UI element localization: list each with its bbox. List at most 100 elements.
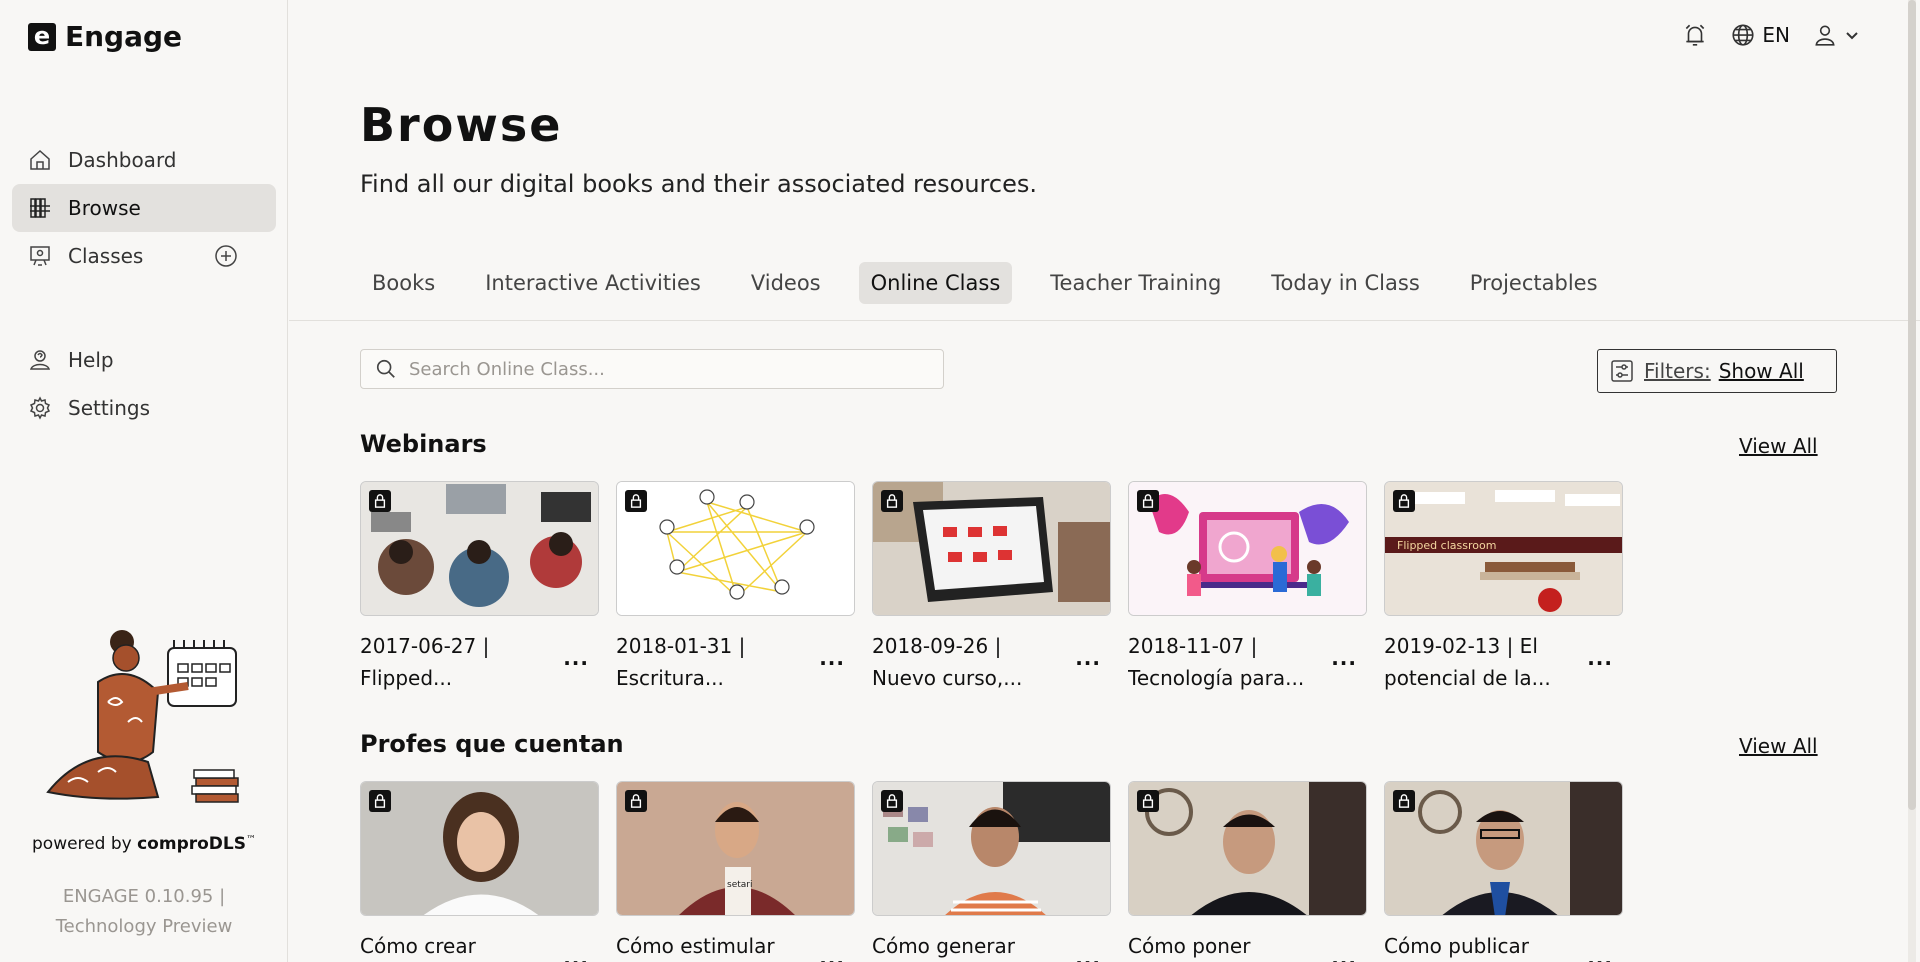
help-icon	[29, 350, 51, 370]
section-title-webinars: Webinars	[360, 430, 487, 458]
video-thumbnail[interactable]	[1128, 781, 1367, 916]
sidebar-item-help[interactable]: Help	[12, 336, 276, 384]
alarm-icon[interactable]	[1682, 22, 1708, 48]
card-title: 2018-01-31 | Escritura...	[616, 630, 816, 694]
card-title-line-2: potencial de la...	[1384, 666, 1551, 690]
video-thumbnail[interactable]	[1384, 781, 1623, 916]
powered-tm: ™	[245, 834, 256, 846]
lock-icon	[881, 490, 903, 512]
logo-mark: e	[28, 22, 56, 51]
lock-icon	[1393, 490, 1415, 512]
more-options-button[interactable]: ...	[1331, 646, 1357, 670]
page-subtitle: Find all our digital books and their ass…	[360, 170, 1037, 198]
globe-icon	[1732, 24, 1754, 46]
teacher-video-image	[361, 782, 598, 915]
more-options-button[interactable]: ...	[563, 646, 589, 670]
filters-value: Show All	[1718, 359, 1804, 383]
app-name: Engage	[65, 20, 183, 53]
more-options-button[interactable]: ...	[819, 646, 845, 670]
sidebar-item-label: Dashboard	[68, 148, 177, 172]
more-options-button[interactable]: ...	[1331, 946, 1357, 962]
section-title-profes: Profes que cuentan	[360, 730, 624, 758]
laptop-course-image	[873, 482, 1110, 615]
tab-projectables[interactable]: Projectables	[1458, 262, 1610, 304]
lock-icon	[1393, 790, 1415, 812]
top-bar: EN	[1682, 22, 1860, 48]
view-all-profes-link[interactable]: View All	[1739, 734, 1818, 758]
card-title-line-1: Cómo publicar	[1384, 934, 1529, 958]
video-card[interactable]: Cómo generar ...	[872, 781, 1111, 962]
card-title-line-1: 2017-06-27 |	[360, 634, 490, 658]
sidebar-item-classes[interactable]: Classes	[12, 232, 276, 280]
card-title-line-1: 2018-11-07 |	[1128, 634, 1258, 658]
webinar-thumbnail[interactable]	[1128, 481, 1367, 616]
add-class-icon[interactable]	[214, 244, 238, 268]
webinar-card[interactable]: 2017-06-27 | Flipped... ...	[360, 481, 599, 694]
card-title-line-1: Cómo generar	[872, 934, 1015, 958]
tab-interactive-activities[interactable]: Interactive Activities	[473, 262, 713, 304]
webinar-thumbnail[interactable]	[616, 481, 855, 616]
more-options-button[interactable]: ...	[1587, 646, 1613, 670]
webinar-card[interactable]: 2018-09-26 | Nuevo curso,... ...	[872, 481, 1111, 694]
classes-icon	[30, 246, 50, 266]
more-options-button[interactable]: ...	[1075, 946, 1101, 962]
more-options-button[interactable]: ...	[1587, 946, 1613, 962]
version-line-2: Technology Preview	[55, 916, 233, 937]
webinar-card[interactable]: 2018-11-07 | Tecnología para... ...	[1128, 481, 1367, 694]
sidebar-item-label: Classes	[68, 244, 144, 268]
tab-today-in-class[interactable]: Today in Class	[1259, 262, 1431, 304]
search-input[interactable]	[409, 358, 909, 380]
webinar-card[interactable]: Flipped classroom 2019-02-13 | El potenci…	[1384, 481, 1623, 694]
view-all-webinars-link[interactable]: View All	[1739, 434, 1818, 458]
tab-online-class[interactable]: Online Class	[858, 262, 1013, 304]
more-options-button[interactable]: ...	[819, 946, 845, 962]
scrollbar[interactable]	[1908, 0, 1916, 962]
webinar-thumbnail[interactable]	[360, 481, 599, 616]
language-code: EN	[1762, 23, 1790, 47]
scrollbar-thumb[interactable]	[1908, 0, 1916, 810]
video-thumbnail[interactable]	[872, 781, 1111, 916]
video-card[interactable]: Cómo publicar ...	[1384, 781, 1623, 962]
reader-illustration	[46, 630, 239, 803]
powered-prefix: powered by	[32, 834, 132, 854]
filter-icon	[1611, 360, 1633, 382]
powered-by: powered by comproDLS™	[0, 834, 288, 854]
video-thumbnail[interactable]: setari	[616, 781, 855, 916]
sidebar-item-browse[interactable]: Browse	[12, 184, 276, 232]
lock-icon	[1137, 490, 1159, 512]
shirt-text: setari	[727, 880, 752, 890]
card-title-line-2: Tecnología para...	[1128, 666, 1305, 690]
video-card[interactable]: setari Cómo estimular ...	[616, 781, 855, 962]
video-card[interactable]: Cómo crear ...	[360, 781, 599, 962]
more-options-button[interactable]: ...	[1075, 646, 1101, 670]
card-title-line-1: Cómo poner	[1128, 934, 1251, 958]
tab-videos[interactable]: Videos	[739, 262, 833, 304]
filters-label: Filters:	[1644, 359, 1711, 383]
card-title: Cómo estimular	[616, 930, 816, 962]
sidebar-item-label: Settings	[68, 396, 151, 420]
webinar-thumbnail[interactable]: Flipped classroom	[1384, 481, 1623, 616]
language-selector[interactable]: EN	[1730, 22, 1790, 48]
video-card[interactable]: Cómo poner ...	[1128, 781, 1367, 962]
webinar-thumbnail[interactable]	[872, 481, 1111, 616]
secondary-nav: Help Settings	[12, 336, 276, 432]
gear-icon	[29, 396, 51, 420]
home-icon	[30, 149, 50, 170]
lock-icon	[369, 790, 391, 812]
more-options-button[interactable]: ...	[563, 946, 589, 962]
flipped-classroom-image: Flipped classroom	[1385, 482, 1622, 615]
sidebar-item-dashboard[interactable]: Dashboard	[12, 136, 276, 184]
browse-tabs: Books Interactive Activities Videos Onli…	[360, 262, 1622, 304]
tab-books[interactable]: Books	[360, 262, 447, 304]
video-thumbnail[interactable]	[360, 781, 599, 916]
tab-teacher-training[interactable]: Teacher Training	[1038, 262, 1233, 304]
sidebar-item-settings[interactable]: Settings	[12, 384, 276, 432]
teacher-video-image: setari	[617, 782, 854, 915]
user-menu[interactable]	[1812, 22, 1860, 48]
filters-button[interactable]: Filters: Show All	[1597, 349, 1837, 393]
app-logo[interactable]: e Engage	[28, 20, 182, 53]
lock-icon	[625, 790, 647, 812]
webinar-card[interactable]: 2018-01-31 | Escritura... ...	[616, 481, 855, 694]
card-title: 2018-11-07 | Tecnología para...	[1128, 630, 1328, 694]
teacher-video-image	[1129, 782, 1366, 915]
